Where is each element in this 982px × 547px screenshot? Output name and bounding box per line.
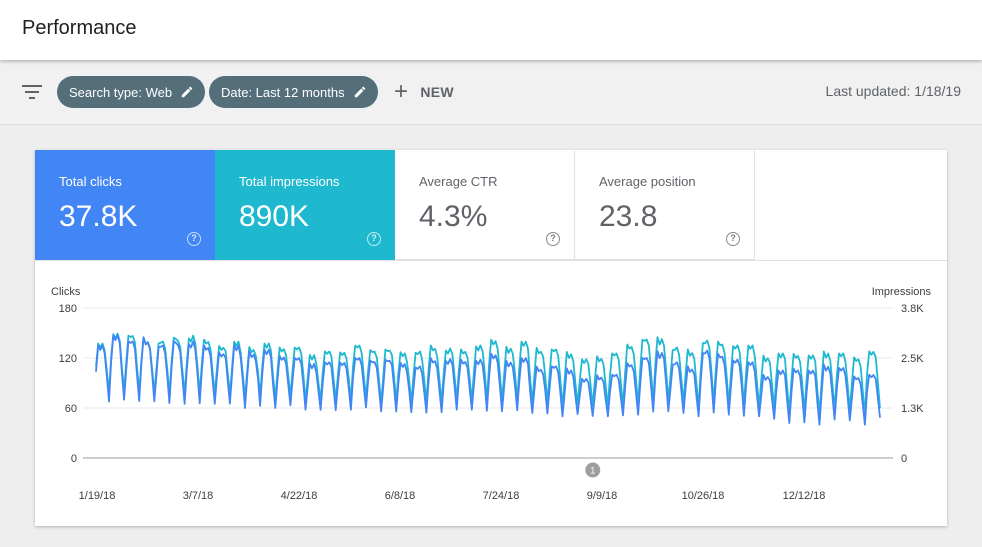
- chart-series: [95, 332, 881, 426]
- chart-annotation[interactable]: 1: [585, 462, 601, 478]
- y-left-axis-title: Clicks: [51, 286, 81, 298]
- x-tick-label: 3/7/18: [183, 490, 214, 502]
- new-filter-label: NEW: [420, 84, 454, 100]
- y-left-tick-label: 180: [59, 303, 77, 315]
- page-title: Performance: [22, 17, 137, 39]
- performance-card: Total clicks 37.8K ? Total impressions 8…: [35, 150, 947, 526]
- y-left-tick-label: 120: [59, 353, 77, 365]
- x-tick-label: 12/12/18: [783, 490, 826, 502]
- x-tick-label: 9/9/18: [587, 490, 618, 502]
- y-right-tick-label: 0: [901, 453, 907, 465]
- chart-tick-labels: 180 3.8K 120 2.5K 60 1.3K 0 0 1/19/18 3/7/18 4/22/…: [59, 303, 925, 502]
- search-type-chip-label: Search type: Web: [69, 84, 173, 100]
- search-type-chip[interactable]: Search type: Web: [57, 76, 206, 108]
- edit-pencil-icon[interactable]: [353, 85, 367, 99]
- y-right-tick-label: 2.5K: [901, 353, 924, 365]
- page-header: Performance: [0, 0, 982, 60]
- x-tick-label: 7/24/18: [483, 490, 520, 502]
- annotation-label: 1: [590, 466, 595, 476]
- x-tick-label: 1/19/18: [79, 490, 116, 502]
- x-tick-label: 4/22/18: [281, 490, 318, 502]
- y-left-tick-label: 60: [65, 403, 77, 415]
- last-updated-text: Last updated: 1/18/19: [825, 83, 961, 99]
- date-range-chip-label: Date: Last 12 months: [221, 84, 345, 100]
- filter-icon[interactable]: [22, 84, 42, 100]
- x-tick-label: 6/8/18: [385, 490, 416, 502]
- y-right-axis-title: Impressions: [872, 286, 932, 298]
- date-range-chip[interactable]: Date: Last 12 months: [209, 76, 378, 108]
- y-left-tick-label: 0: [71, 453, 77, 465]
- y-right-tick-label: 1.3K: [901, 403, 924, 415]
- performance-chart[interactable]: Clicks Impressions 180 3.8K 120 2.5K 60 1.3K 0…: [35, 150, 947, 526]
- new-filter-button[interactable]: + NEW: [394, 76, 454, 108]
- x-tick-label: 10/26/18: [682, 490, 725, 502]
- plus-icon: +: [394, 78, 409, 105]
- filter-toolbar: Search type: Web Date: Last 12 months + …: [0, 60, 982, 125]
- edit-pencil-icon[interactable]: [180, 85, 194, 99]
- y-right-tick-label: 3.8K: [901, 303, 924, 315]
